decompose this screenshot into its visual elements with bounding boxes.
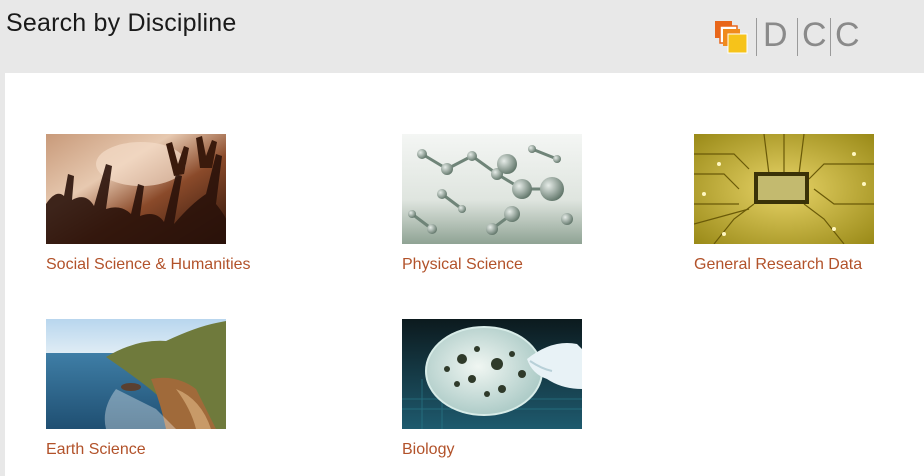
discipline-label[interactable]: Earth Science bbox=[46, 441, 146, 459]
discipline-label[interactable]: Physical Science bbox=[402, 256, 523, 274]
logo-letter-c: C bbox=[802, 16, 827, 54]
discipline-card-physical-science[interactable]: Physical Science bbox=[402, 134, 582, 273]
crowd-hands-image bbox=[46, 134, 226, 244]
coastline-image bbox=[46, 319, 226, 429]
page-header: Search by Discipline D C C bbox=[0, 0, 924, 73]
dcc-logo[interactable]: D C C bbox=[714, 16, 864, 58]
discipline-card-biology[interactable]: Biology bbox=[402, 319, 582, 458]
discipline-card-social-science[interactable]: Social Science & Humanities bbox=[46, 134, 251, 273]
logo-separator bbox=[797, 18, 798, 56]
molecules-image bbox=[402, 134, 582, 244]
discipline-label[interactable]: Social Science & Humanities bbox=[46, 256, 251, 274]
dcc-logo-squares-icon bbox=[715, 21, 748, 54]
discipline-card-general-research[interactable]: General Research Data bbox=[694, 134, 874, 273]
logo-letter-d: D bbox=[763, 16, 788, 54]
logo-letter-c: C bbox=[835, 16, 860, 54]
discipline-card-earth-science[interactable]: Earth Science bbox=[46, 319, 226, 458]
logo-separator bbox=[756, 18, 757, 56]
discipline-label[interactable]: Biology bbox=[402, 441, 454, 459]
logo-separator bbox=[830, 18, 831, 56]
circuit-board-image bbox=[694, 134, 874, 244]
discipline-label[interactable]: General Research Data bbox=[694, 256, 862, 274]
page-title: Search by Discipline bbox=[6, 9, 237, 37]
petri-dish-image bbox=[402, 319, 582, 429]
discipline-grid: Social Science & Humanities Physical Sci… bbox=[5, 73, 924, 476]
